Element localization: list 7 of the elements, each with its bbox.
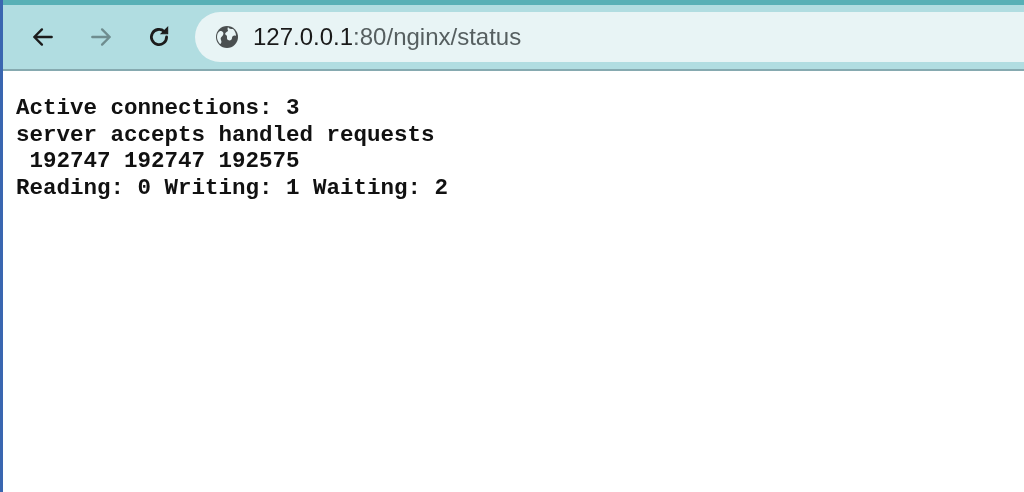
status-text-line: Active connections: 3 <box>16 95 301 122</box>
status-text-line: server accepts handled requests <box>16 121 436 148</box>
status-text-line: 192747 192747 192575 <box>28 148 301 175</box>
status-text-line: Reading: 0 Writing: 1 Waiting: 2 <box>16 174 450 201</box>
url-text: 127.0.0.1:80/nginx/status <box>253 23 522 51</box>
address-bar[interactable]: 127.0.0.1:80/nginx/status <box>195 12 1024 62</box>
globe-icon <box>215 25 239 49</box>
